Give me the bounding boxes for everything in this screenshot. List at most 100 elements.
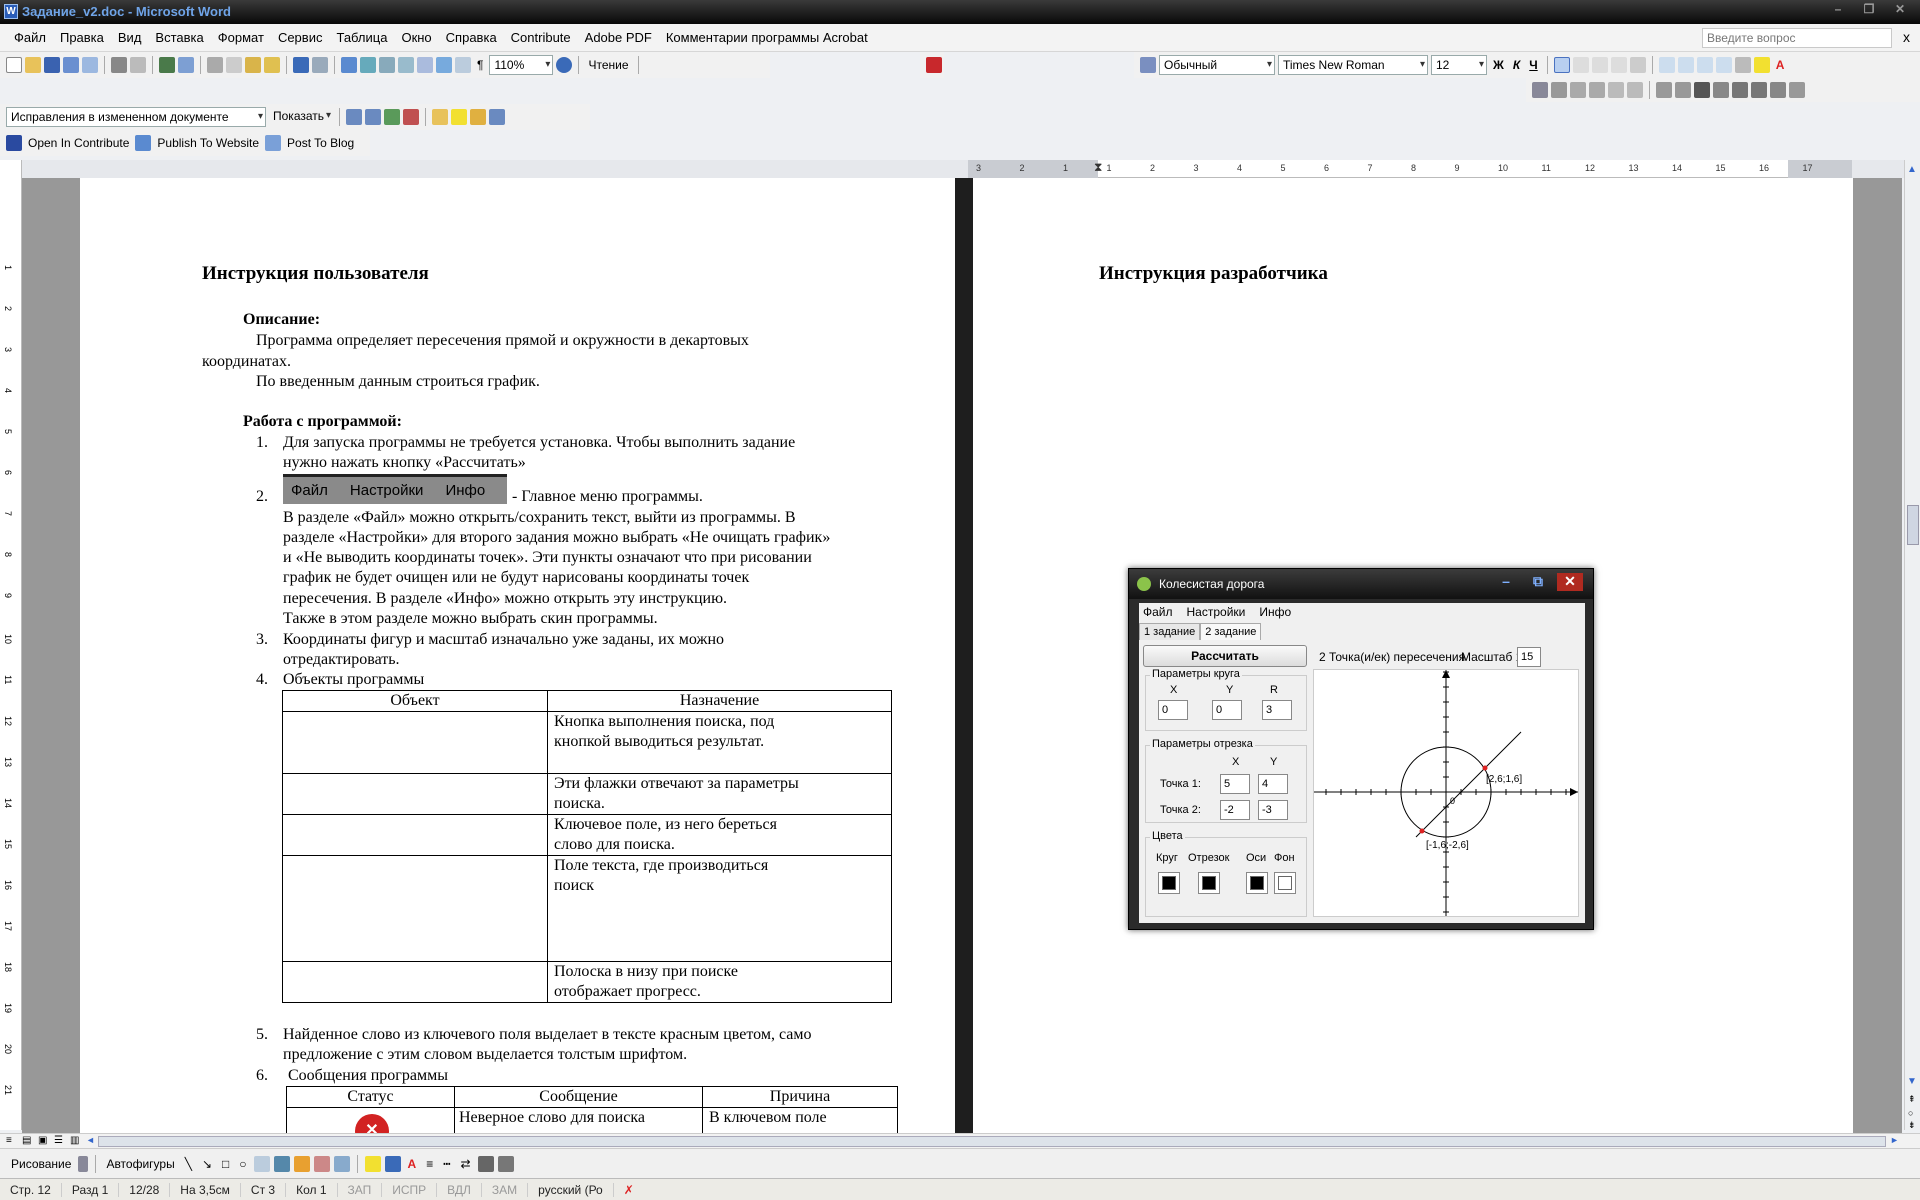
scroll-left-icon[interactable]: ◄ [86,1135,95,1145]
columns-icon[interactable] [417,57,433,73]
select-browse-object-icon[interactable]: ○ [1908,1108,1913,1118]
justify-icon[interactable] [1610,57,1627,73]
redo-icon[interactable] [312,57,328,73]
reset-picture-icon[interactable] [1789,82,1805,98]
font-color-icon[interactable]: A [1773,58,1788,72]
menu-item[interactable]: Файл [14,30,46,46]
menu-item[interactable]: Правка [60,30,104,46]
outline-view-icon[interactable]: ☰ [54,1135,63,1146]
highlight-icon[interactable] [1753,57,1770,73]
styles-icon[interactable] [1140,57,1156,73]
text-color-icon[interactable]: A [405,1157,420,1171]
status-ovr[interactable]: ЗАМ [482,1182,529,1197]
shadow-icon[interactable] [477,1155,494,1172]
close-button[interactable]: ✕ [1886,1,1914,19]
drawing-icon[interactable] [436,57,452,73]
insert-picture-icon[interactable] [1532,82,1548,98]
spelling-icon[interactable] [159,57,175,73]
print-icon[interactable] [111,57,127,73]
borders-icon[interactable] [1734,57,1751,73]
open-in-contribute-button[interactable]: Open In Contribute [25,136,132,150]
arrow-style-icon[interactable]: ⇄ [457,1157,473,1171]
hyperlink-icon[interactable] [341,57,357,73]
status-rec[interactable]: ЗАП [338,1182,383,1197]
less-contrast-icon[interactable] [1589,82,1605,98]
insert-table-icon[interactable] [379,57,395,73]
spelling-status-icon[interactable]: ✗ [614,1183,644,1197]
normal-view-icon[interactable]: ≡ [6,1135,12,1146]
document-map-icon[interactable] [455,57,471,73]
show-hide-icon[interactable]: ¶ [474,58,486,72]
tables-borders-icon[interactable] [360,57,376,73]
permission-icon[interactable] [63,57,79,73]
horizontal-scroll-track[interactable] [98,1136,1886,1147]
textbox-icon[interactable] [253,1155,270,1172]
cut-icon[interactable] [207,57,223,73]
bold-button[interactable]: Ж [1490,58,1507,72]
adobe-pdf-icon[interactable] [926,57,942,73]
post-to-blog-button[interactable]: Post To Blog [284,136,357,150]
text-wrap-icon[interactable] [1732,82,1748,98]
menu-item[interactable]: Справка [446,30,497,46]
menu-item[interactable]: Вставка [155,30,203,46]
numbering-icon[interactable] [1658,57,1675,73]
underline-button[interactable]: Ч [1526,58,1540,72]
line-style-icon[interactable] [1694,82,1710,98]
autoshapes-menu[interactable]: Автофигуры [103,1157,177,1171]
zoom-select[interactable]: 110% [489,55,554,75]
format-painter-icon[interactable] [264,57,280,73]
style-select[interactable]: Обычный [1159,55,1275,75]
decrease-indent-icon[interactable] [1696,57,1713,73]
highlight-review-icon[interactable] [451,109,467,125]
clipart-icon[interactable] [313,1155,330,1172]
align-right-icon[interactable] [1591,57,1608,73]
dash-style-icon[interactable]: ┅ [440,1157,453,1171]
rectangle-icon[interactable]: □ [219,1157,232,1171]
accept-change-icon[interactable] [384,109,400,125]
crop-icon[interactable] [1656,82,1672,98]
oval-icon[interactable]: ○ [236,1157,249,1171]
rotate-icon[interactable] [1675,82,1691,98]
research-icon[interactable] [178,57,194,73]
menu-item[interactable]: Adobe PDF [585,30,652,46]
reading-view-icon[interactable]: ▥ [70,1135,79,1146]
line-icon[interactable]: ╲ [182,1157,195,1171]
align-left-icon[interactable] [1553,57,1570,73]
display-for-review-select[interactable]: Исправления в измененном документе [6,107,266,127]
menu-item[interactable]: Комментарии программы Acrobat [666,30,868,46]
horizontal-scrollbar[interactable]: ≡ ▤ ▣ ☰ ▥ ◄ ► [0,1133,1920,1148]
italic-button[interactable]: К [1510,58,1523,72]
align-center-icon[interactable] [1572,57,1589,73]
previous-page-icon[interactable]: ⇞ [1908,1094,1916,1105]
web-view-icon[interactable]: ▤ [22,1135,31,1146]
next-page-icon[interactable]: ⇟ [1908,1120,1916,1131]
status-ext[interactable]: ВДЛ [437,1182,482,1197]
menu-item[interactable]: Сервис [278,30,323,46]
open-icon[interactable] [25,57,41,73]
undo-icon[interactable] [293,57,309,73]
menu-item[interactable]: Таблица [336,30,387,46]
vertical-scrollbar[interactable]: ▲ ▼ ⇞ ○ ⇟ [1904,160,1920,1130]
paste-icon[interactable] [245,57,261,73]
menu-item[interactable]: Формат [218,30,264,46]
format-picture-icon[interactable] [1751,82,1767,98]
new-document-icon[interactable] [6,57,22,73]
reject-change-icon[interactable] [403,109,419,125]
scroll-thumb[interactable] [1907,505,1919,545]
show-menu[interactable]: Показать [269,107,333,127]
help-icon[interactable] [556,57,573,73]
select-objects-icon[interactable] [78,1155,89,1172]
read-button[interactable]: Чтение [585,58,631,72]
diagram-icon[interactable] [293,1155,310,1172]
reviewing-pane-icon[interactable] [489,109,505,125]
close-document-button[interactable]: x [1903,29,1910,45]
line-weight-icon[interactable]: ≡ [423,1157,436,1171]
more-contrast-icon[interactable] [1570,82,1586,98]
insert-excel-icon[interactable] [398,57,414,73]
wordart-icon[interactable] [273,1155,290,1172]
set-transparent-icon[interactable] [1770,82,1786,98]
line-spacing-icon[interactable] [1629,57,1646,73]
scroll-up-icon[interactable]: ▲ [1907,164,1917,175]
copy-icon[interactable] [226,57,242,73]
insert-comment-icon[interactable] [432,109,448,125]
